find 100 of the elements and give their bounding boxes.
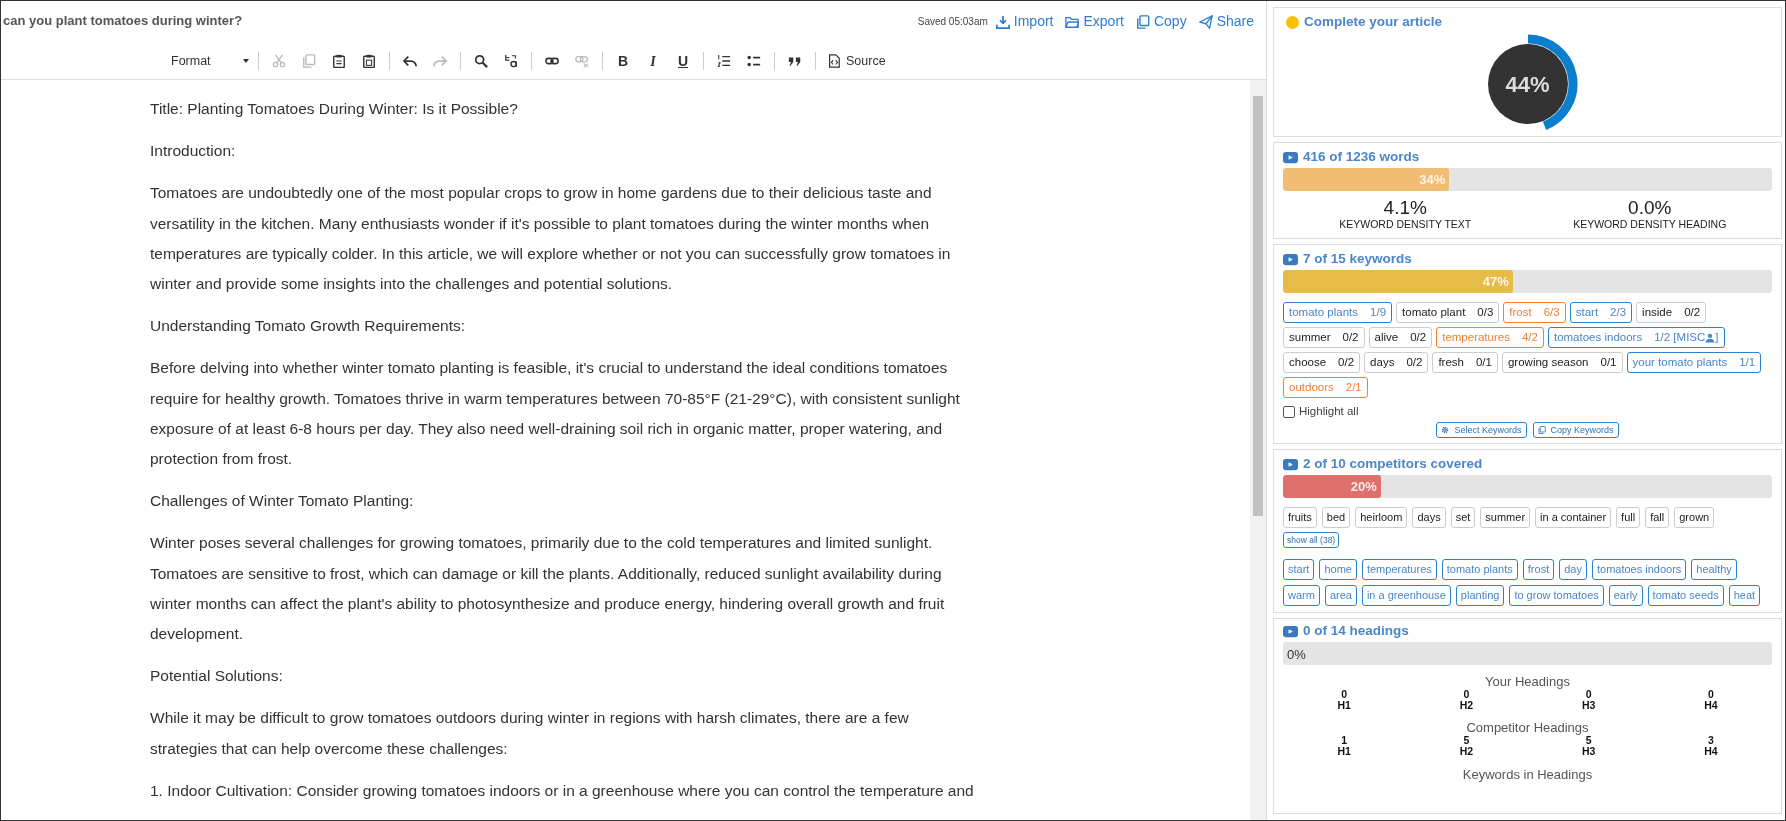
section-title: 2 of 10 competitors covered — [1303, 455, 1483, 474]
paragraph: Understanding Tomato Growth Requirements: — [150, 316, 467, 337]
document-title: can you plant tomatoes during winter? — [3, 12, 243, 30]
video-play-icon — [1283, 456, 1298, 472]
paragraph: Tomatoes are undoubtedly one of the most popular crops to grow in home gardens due to their delicious taste and versatility in the kitchen. Many enthusiasts wonder if it's possible to plant tomatoes during the winter months when temperatures are typically colder. In this article, we will explore whether or not you can successfully grow tomatoes in winter and provide some insights into the challenges and potential solutions. — [150, 183, 952, 294]
keyword-chip[interactable]: inside 0/2 — [1636, 302, 1707, 323]
paragraph: Title: Planting Tomatoes During Winter: Is it Possible? — [150, 99, 519, 119]
term-chip: early — [1608, 585, 1643, 607]
term-chip: heirloom — [1355, 507, 1408, 529]
scissors-icon — [272, 54, 286, 68]
term-chip: heat — [1728, 585, 1761, 607]
toolbar-link[interactable]: Share — [1198, 11, 1254, 32]
heading-count: 1 H1 — [1336, 735, 1352, 758]
term-chip: day — [1559, 559, 1587, 581]
term-chip: healthy — [1691, 559, 1737, 581]
progress-reading: 47% — [1482, 272, 1509, 291]
term-chip: home — [1319, 559, 1357, 581]
keyword-chip[interactable]: growing season 0/1 — [1501, 352, 1623, 373]
numbered-list-icon — [717, 54, 731, 68]
caret-icon — [243, 59, 249, 63]
keyword-chip[interactable]: your tomato plants 1/1 — [1626, 352, 1762, 373]
density-value: 0.0% — [1628, 198, 1672, 218]
copy-icon — [1135, 14, 1150, 29]
scrollbar-thumb[interactable] — [1253, 96, 1263, 516]
section-title: 7 of 15 keywords — [1303, 250, 1412, 268]
term-chip: in a container — [1535, 507, 1612, 529]
toolbar-link[interactable]: Import — [995, 11, 1054, 32]
section-title: Complete your article — [1304, 13, 1443, 31]
term-chip: set — [1450, 507, 1476, 529]
paragraph: While it may be difficult to grow tomatoes outdoors during winter in regions with harsh climates, there are a few strategies that can help overcome these challenges: — [150, 708, 910, 759]
keyword-button[interactable]: Copy Keywords — [1532, 422, 1619, 439]
term-chip: fruits — [1283, 507, 1317, 529]
keyword-chip[interactable]: tomato plants 1/9 — [1283, 302, 1393, 323]
underline-button[interactable]: U — [670, 49, 696, 73]
bold-button[interactable]: B — [610, 49, 636, 73]
video-play-icon — [1283, 251, 1298, 267]
keyword-chip[interactable]: fresh 0/1 — [1432, 352, 1498, 373]
send-icon — [1198, 14, 1213, 29]
term-chip: tomato plants — [1441, 559, 1518, 581]
heading-count: 5 H3 — [1581, 735, 1597, 758]
paragraph: Challenges of Winter Tomato Planting: — [150, 491, 415, 512]
progress-reading: 0% — [1287, 646, 1306, 665]
italic-button[interactable]: I — [640, 49, 666, 73]
term-chip: planting — [1455, 585, 1505, 607]
term-chip: fall — [1645, 507, 1670, 529]
group-title: Your Headings — [1484, 674, 1571, 690]
section-title: 0 of 14 headings — [1303, 622, 1409, 641]
keyword-chip[interactable]: days 0/2 — [1364, 352, 1429, 373]
undo-arrow-icon — [403, 54, 417, 68]
format-dropdown[interactable]: Format — [169, 49, 251, 73]
paragraph: Winter poses several challenges for growing tomatoes, primarily due to the cold temperatures and limited sunlight. Tomatoes are sensitive to frost, which can damage or kill the plants. Additionally, reduced sunlight availability during winter months can affect the plant's ability to photosynthesize and produce energy, hindering overall growth and fruit development. — [150, 533, 946, 645]
group-title: Competitor Headings — [1465, 720, 1590, 736]
density-value: 4.1% — [1383, 198, 1427, 218]
section-title: 416 of 1236 words — [1303, 148, 1420, 166]
heading-count: 0 H2 — [1458, 689, 1475, 712]
density-label: KEYWORD DENSITY TEXT — [1339, 218, 1472, 230]
clipboard-icon — [362, 54, 376, 68]
clipboard-icon — [332, 54, 346, 68]
redo-arrow-icon — [433, 54, 447, 68]
term-chip: frost — [1522, 559, 1555, 581]
term-chip: area — [1324, 585, 1357, 607]
keyword-chip[interactable]: alive 0/2 — [1368, 327, 1433, 348]
group-title: Keywords in Headings — [1461, 767, 1594, 783]
keyword-chip[interactable]: tomatoes indoors 1/2 [MISC ] — [1547, 327, 1725, 348]
keyword-chip[interactable]: start 2/3 — [1569, 302, 1633, 323]
paragraph: Potential Solutions: — [150, 666, 284, 687]
term-chip: start — [1283, 559, 1315, 581]
term-chip: tomato seeds — [1647, 585, 1724, 607]
term-chip: temperatures — [1361, 559, 1437, 581]
saved-status: Saved 05:03am — [917, 15, 988, 29]
copy-icon — [302, 54, 316, 68]
heading-count: 0 H4 — [1703, 689, 1719, 712]
video-play-icon — [1283, 623, 1298, 639]
replace-icon — [504, 54, 518, 68]
term-chip: warm — [1283, 585, 1320, 607]
term-chip: to grow tomatoes — [1509, 585, 1604, 607]
heading-count: 0 H1 — [1336, 689, 1352, 712]
bullet-list-icon — [747, 54, 761, 68]
search-icon — [474, 54, 488, 68]
term-chip: grown — [1674, 507, 1715, 529]
keyword-chip[interactable]: tomato plant 0/3 — [1396, 302, 1500, 323]
keyword-chip[interactable]: choose 0/2 — [1283, 352, 1361, 373]
copy-icon — [1537, 426, 1546, 435]
toolbar-link[interactable]: Copy — [1135, 11, 1187, 32]
highlight-all-checkbox[interactable]: Highlight all — [1283, 403, 1359, 421]
toolbar-link[interactable]: Export — [1065, 11, 1124, 32]
person-icon — [1705, 332, 1716, 343]
term-chip: tomatoes indoors — [1591, 559, 1687, 581]
source-button[interactable]: Source — [823, 49, 890, 73]
paragraph: Before delving into whether winter tomato planting is feasible, it's crucial to understand the ideal conditions tomatoes require for healthy growth. Tomatoes thrive in warm temperatures between 70-85°F (21-29°C), with consistent sunlight exposure of at least 6-8 hours per day. They also need well-draining soil rich in organic matter, proper watering, and protection from frost. — [150, 358, 961, 470]
keyword-button[interactable]: Select Keywords — [1436, 422, 1527, 439]
scrollbar[interactable] — [1250, 80, 1266, 820]
checkbox[interactable] — [1283, 405, 1295, 418]
video-play-icon — [1283, 149, 1298, 165]
broken-link-icon — [575, 54, 589, 68]
heading-count: 3 H4 — [1703, 735, 1719, 758]
show-all-button[interactable]: show all (38) — [1283, 532, 1340, 549]
paragraph: Introduction: — [150, 141, 237, 162]
keyword-chip[interactable]: summer 0/2 — [1283, 327, 1365, 348]
heading-count: 0 H3 — [1580, 689, 1597, 712]
